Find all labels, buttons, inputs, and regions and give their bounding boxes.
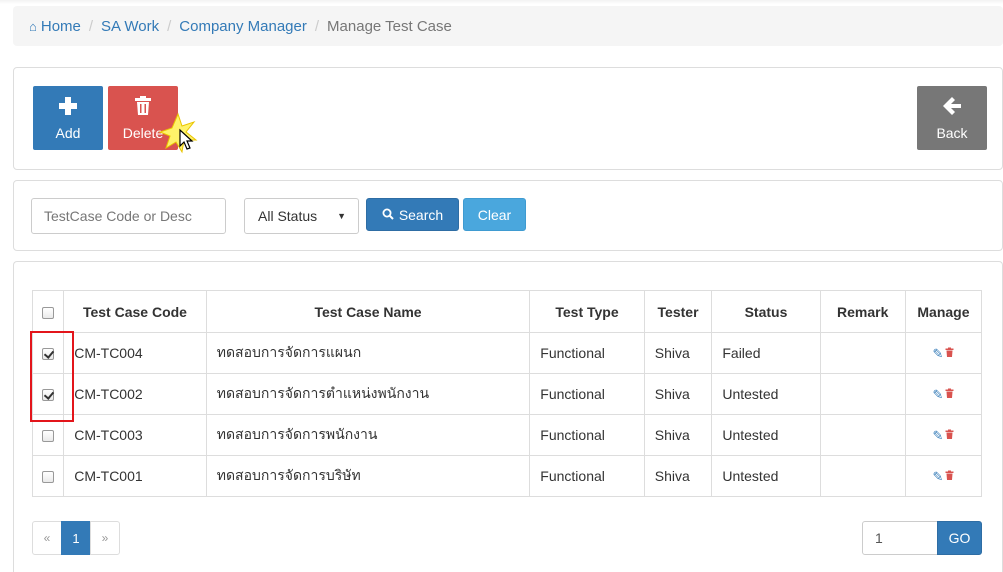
cell-tester: Shiva (643, 373, 713, 415)
header-remark[interactable]: Remark (819, 290, 906, 333)
select-all-cell (31, 290, 65, 333)
cell-remark (819, 373, 906, 415)
cell-type: Functional (529, 332, 645, 374)
filter-panel: All Status ▼ Search Clear (13, 180, 1003, 251)
delete-button-label: Delete (122, 124, 164, 141)
add-button-label: Add (55, 124, 81, 141)
delete-button[interactable]: Delete (108, 86, 178, 150)
table-row: CM-TC004 ทดสอบการจัดการแผนก Functional S… (31, 332, 983, 374)
table-row: CM-TC002 ทดสอบการจัดการตำแหน่งพนักงาน Fu… (31, 373, 983, 415)
trash-icon[interactable] (945, 469, 954, 484)
pagination-page-1[interactable]: 1 (61, 521, 91, 555)
row-checkbox[interactable] (42, 348, 55, 361)
row-checkbox[interactable] (42, 430, 55, 443)
header-test-case-code[interactable]: Test Case Code (63, 290, 207, 333)
pagination-next[interactable]: » (90, 521, 120, 555)
cell-code: CM-TC004 (63, 332, 207, 374)
plus-icon (58, 96, 78, 120)
toolbar-panel: Add Delete Back (13, 67, 1003, 170)
pencil-icon[interactable]: ✎ (932, 346, 943, 361)
cell-tester: Shiva (643, 455, 713, 497)
header-test-case-name[interactable]: Test Case Name (205, 290, 531, 333)
pencil-icon[interactable]: ✎ (932, 428, 943, 443)
cell-tester: Shiva (643, 414, 713, 456)
cell-manage: ✎ (904, 455, 983, 497)
cell-status: Untested (711, 373, 821, 415)
cell-tester: Shiva (643, 332, 713, 374)
pagination-prev[interactable]: « (32, 521, 62, 555)
pagination: « 1 » (32, 521, 120, 555)
select-all-checkbox[interactable] (42, 306, 55, 319)
add-button[interactable]: Add (33, 86, 103, 150)
table-row: CM-TC003 ทดสอบการจัดการพนักงาน Functiona… (31, 414, 983, 456)
header-status[interactable]: Status (711, 290, 821, 333)
breadcrumb-separator: / (167, 17, 172, 35)
breadcrumb-sa-work[interactable]: SA Work (101, 18, 159, 35)
clear-button[interactable]: Clear (463, 198, 526, 231)
table-panel: Test Case Code Test Case Name Test Type … (13, 261, 1003, 572)
cell-status: Failed (711, 332, 821, 374)
goto-page-input[interactable] (862, 521, 938, 555)
breadcrumb-separator: / (314, 17, 320, 35)
search-input[interactable] (31, 198, 226, 234)
header-manage: Manage (904, 290, 983, 333)
status-select-value: All Status (258, 208, 318, 224)
top-shadow (0, 0, 1003, 4)
test-case-table: Test Case Code Test Case Name Test Type … (31, 290, 983, 497)
search-icon (382, 207, 394, 223)
cell-name: ทดสอบการจัดการบริษัท (205, 455, 531, 497)
trash-icon[interactable] (945, 387, 954, 402)
row-select-cell (31, 373, 65, 415)
home-icon: ⌂ (29, 18, 37, 34)
trash-icon[interactable] (945, 346, 954, 361)
search-button[interactable]: Search (366, 198, 459, 231)
cell-name: ทดสอบการจัดการแผนก (205, 332, 531, 374)
cell-code: CM-TC001 (63, 455, 207, 497)
back-button-label: Back (936, 124, 968, 141)
header-test-type[interactable]: Test Type (529, 290, 645, 333)
back-button[interactable]: Back (917, 86, 987, 150)
cell-manage: ✎ (904, 373, 983, 415)
cell-remark (819, 414, 906, 456)
cell-name: ทดสอบการจัดการพนักงาน (205, 414, 531, 456)
cell-status: Untested (711, 414, 821, 456)
breadcrumb-home[interactable]: Home (41, 18, 81, 35)
breadcrumb: ⌂ Home / SA Work / Company Manager / Man… (13, 6, 1003, 46)
breadcrumb-separator: / (88, 17, 94, 35)
cell-remark (819, 455, 906, 497)
cell-manage: ✎ (904, 414, 983, 456)
go-button[interactable]: GO (937, 521, 982, 555)
cell-name: ทดสอบการจัดการตำแหน่งพนักงาน (205, 373, 531, 415)
search-button-label: Search (398, 206, 444, 223)
row-select-cell (31, 332, 65, 374)
row-select-cell (31, 414, 65, 456)
cell-code: CM-TC003 (63, 414, 207, 456)
table-header-row: Test Case Code Test Case Name Test Type … (31, 290, 983, 333)
pencil-icon[interactable]: ✎ (932, 469, 943, 484)
row-checkbox[interactable] (42, 471, 55, 484)
cell-type: Functional (529, 414, 645, 456)
caret-down-icon: ▼ (337, 211, 346, 221)
pencil-icon[interactable]: ✎ (932, 387, 943, 402)
row-checkbox[interactable] (42, 389, 55, 402)
cell-type: Functional (529, 455, 645, 497)
arrow-left-icon (942, 96, 962, 120)
cell-remark (819, 332, 906, 374)
cell-code: CM-TC002 (63, 373, 207, 415)
breadcrumb-company-manager[interactable]: Company Manager (179, 18, 307, 35)
trash-icon[interactable] (945, 428, 954, 443)
breadcrumb-current: Manage Test Case (327, 17, 452, 35)
row-select-cell (31, 455, 65, 497)
cell-manage: ✎ (904, 332, 983, 374)
status-select[interactable]: All Status ▼ (244, 198, 359, 234)
cell-type: Functional (529, 373, 645, 415)
header-tester[interactable]: Tester (643, 290, 713, 333)
table-row: CM-TC001 ทดสอบการจัดการบริษัท Functional… (31, 455, 983, 497)
cell-status: Untested (711, 455, 821, 497)
trash-icon (134, 95, 152, 120)
